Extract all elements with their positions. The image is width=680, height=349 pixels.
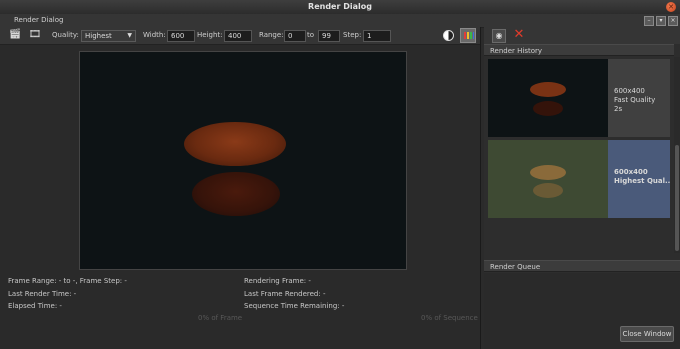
sequence-time-remaining-info: Sequence Time Remaining: - <box>244 302 345 310</box>
range-label: Range: <box>259 31 284 39</box>
step-input[interactable]: 1 <box>363 30 391 42</box>
history-item[interactable]: 600x400 Fast Quality 2s <box>488 59 670 137</box>
clapboard-icon: 🎬︎ <box>8 29 22 40</box>
window-titlebar: Render Dialog <box>0 0 680 14</box>
range-start-value: 0 <box>288 32 293 40</box>
window-title: Render Dialog <box>308 2 372 11</box>
color-channels-icon[interactable] <box>460 28 476 43</box>
render-panel: 🎬︎ 🎞︎ Quality: Highest ▼ Width: 600 Heig… <box>0 27 481 349</box>
history-thumbnail <box>488 59 608 137</box>
step-value: 1 <box>367 32 372 40</box>
width-label: Width: <box>143 31 166 39</box>
window-close-button[interactable]: ✕ <box>666 2 676 12</box>
history-toolbar: ◉ ✕ <box>484 27 680 44</box>
history-item-time: 2s <box>614 105 623 113</box>
render-frame-button[interactable]: 🎬︎ <box>8 29 22 41</box>
range-start-input[interactable]: 0 <box>284 30 306 42</box>
width-value: 600 <box>171 32 185 40</box>
render-history-header: Render History <box>484 44 674 56</box>
height-label: Height: <box>197 31 223 39</box>
frame-range-info: Frame Range: - to -, Frame Step: - <box>8 277 127 285</box>
close-window-button[interactable]: Close Window <box>620 326 674 342</box>
width-input[interactable]: 600 <box>167 30 195 42</box>
history-item-details: 600x400 Highest Qual... <box>614 168 670 186</box>
history-item-quality: Highest Qual... <box>614 177 670 185</box>
chevron-down-icon: ▼ <box>127 32 132 39</box>
chevron-down-icon: ▾ <box>659 17 663 24</box>
render-queue-header: Render Queue <box>484 260 680 272</box>
quality-select[interactable]: Highest ▼ <box>81 30 136 42</box>
render-preview <box>79 51 407 270</box>
sequence-progress-bar: 0% of Sequence <box>421 314 478 322</box>
camera-icon: ◉ <box>495 31 503 40</box>
contrast-icon[interactable] <box>443 30 454 41</box>
history-item-quality: Fast Quality <box>614 96 656 104</box>
range-end-value: 99 <box>322 32 331 40</box>
range-to-label: to <box>307 31 315 39</box>
delete-history-button[interactable]: ✕ <box>512 28 526 42</box>
render-object <box>184 122 286 166</box>
dock-close-button[interactable]: × <box>668 16 678 26</box>
last-render-time-info: Last Render Time: - <box>8 290 77 298</box>
delete-icon: ✕ <box>513 27 525 42</box>
height-input[interactable]: 400 <box>224 30 252 42</box>
history-item-details: 600x400 Fast Quality 2s <box>614 87 670 114</box>
history-panel: ◉ ✕ Render History 600x400 Fast Quality … <box>484 27 680 349</box>
rendering-frame-info: Rendering Frame: - <box>244 277 311 285</box>
render-sequence-button[interactable]: 🎞︎ <box>28 29 42 41</box>
render-reflection <box>192 172 280 216</box>
dock-float-button[interactable]: ▾ <box>656 16 666 26</box>
dock-title: Render Dialog <box>14 16 64 24</box>
last-frame-rendered-info: Last Frame Rendered: - <box>244 290 326 298</box>
scrollbar-thumb[interactable] <box>675 145 679 251</box>
history-thumbnail <box>488 140 608 218</box>
close-icon: × <box>670 17 676 24</box>
quality-value: Highest <box>85 32 112 40</box>
height-value: 400 <box>228 32 242 40</box>
close-icon: ✕ <box>668 3 674 11</box>
step-label: Step: <box>343 31 362 39</box>
history-item-size: 600x400 <box>614 168 648 176</box>
frame-progress-bar: 0% of Frame <box>198 314 243 322</box>
clapboard-multi-icon: 🎞︎ <box>28 29 42 40</box>
minimize-icon: – <box>647 17 651 24</box>
render-toolbar: 🎬︎ 🎞︎ Quality: Highest ▼ Width: 600 Heig… <box>0 27 480 45</box>
history-scrollbar[interactable] <box>674 57 680 253</box>
range-end-input[interactable]: 99 <box>318 30 340 42</box>
dock-header: Render Dialog – ▾ × <box>0 14 680 28</box>
quality-label: Quality: <box>52 31 79 39</box>
elapsed-time-info: Elapsed Time: - <box>8 302 62 310</box>
history-item-selected[interactable]: 600x400 Highest Qual... <box>488 140 670 218</box>
history-item-size: 600x400 <box>614 87 645 95</box>
dock-minimize-button[interactable]: – <box>644 16 654 26</box>
snapshot-button[interactable]: ◉ <box>492 29 506 43</box>
